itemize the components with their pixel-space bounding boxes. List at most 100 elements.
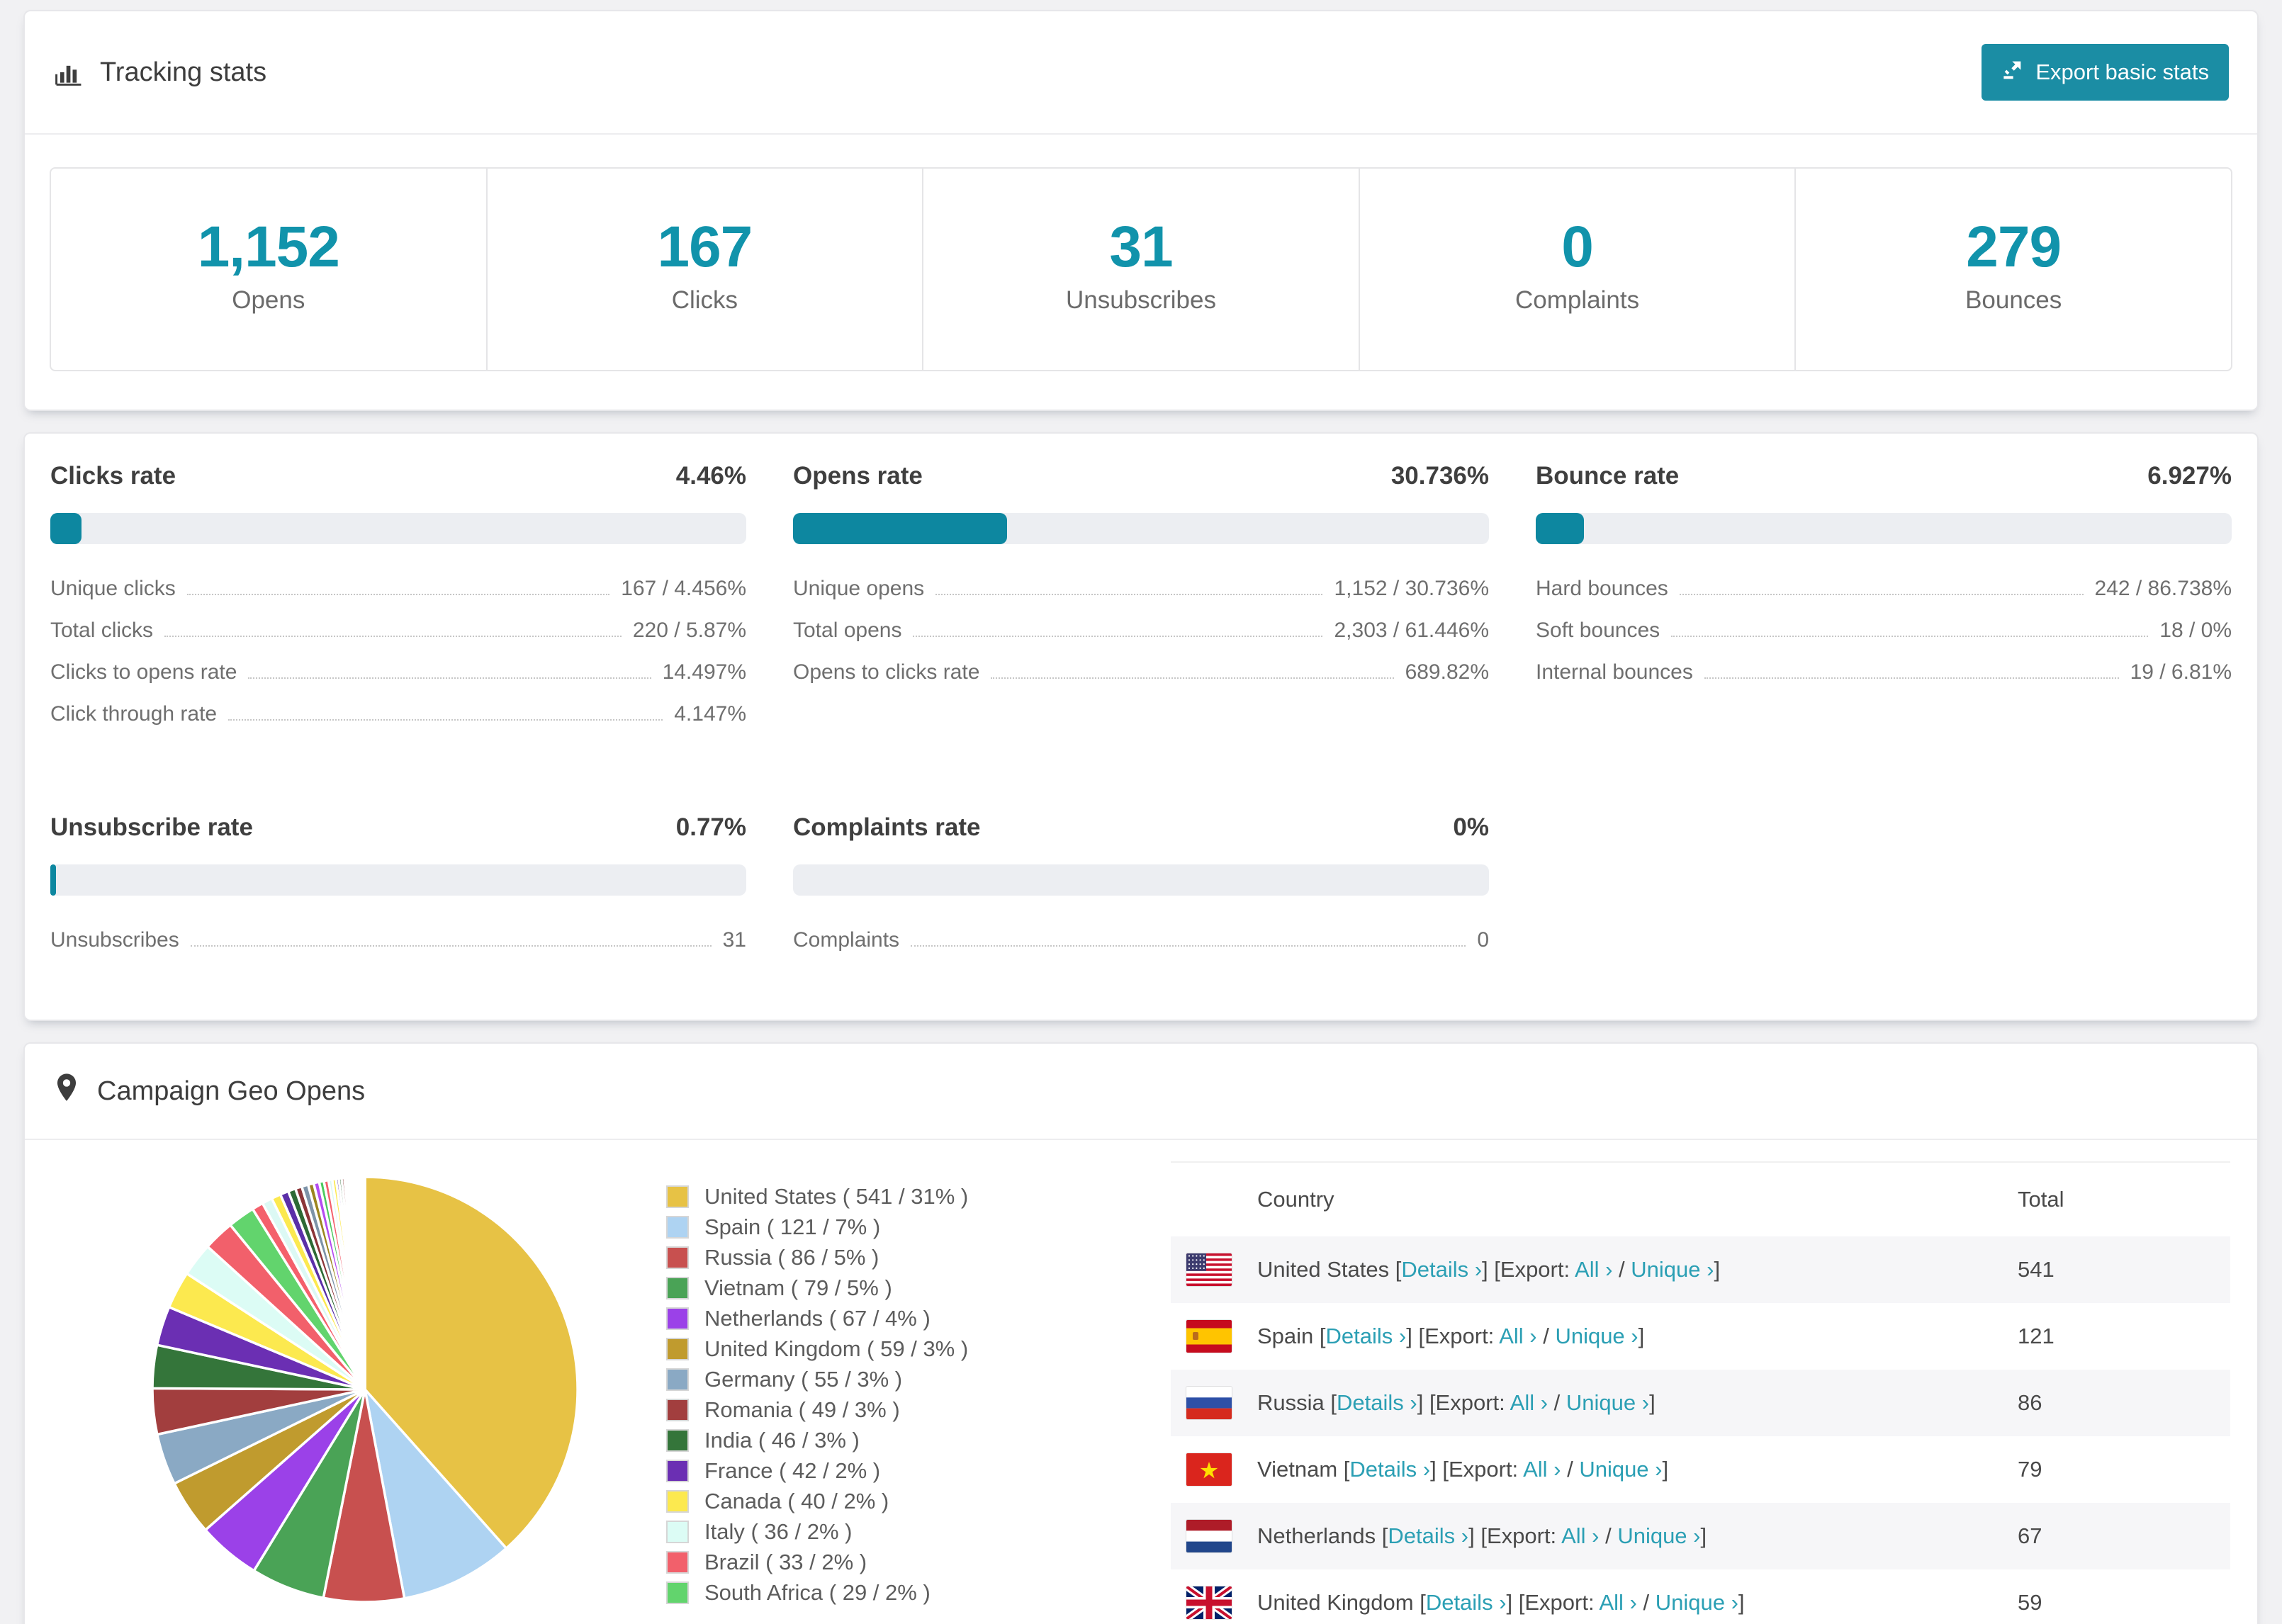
rate-detail-row: Clicks to opens rate 14.497%: [50, 660, 746, 702]
export-unique-link[interactable]: Unique ›: [1617, 1523, 1700, 1548]
stat-value: 279: [1966, 215, 2062, 279]
export-unique-link[interactable]: Unique ›: [1579, 1457, 1662, 1482]
stat-label: Bounces: [1965, 286, 2062, 315]
rate-detail-row: Total clicks 220 / 5.87%: [50, 619, 746, 660]
country-name: Vietnam: [1257, 1457, 1344, 1482]
bracket: ]: [1649, 1390, 1656, 1415]
stat-card-bounces: 279 Bounces: [1796, 169, 2231, 370]
legend-swatch: [666, 1337, 689, 1360]
legend-item-netherlands: Netherlands ( 67 / 4% ): [666, 1303, 968, 1333]
rates-grid: Clicks rate 4.46% Unique clicks 167 / 4.456…: [50, 462, 2232, 970]
rate-value: 30.736%: [1390, 462, 1489, 490]
legend-item-united-kingdom: United Kingdom ( 59 / 3% ): [666, 1333, 968, 1364]
dotted-leader: [1679, 594, 2084, 595]
bracket: ]: [1468, 1523, 1481, 1548]
legend-swatch: [666, 1368, 689, 1391]
details-link[interactable]: Details ›: [1401, 1257, 1482, 1282]
slash: /: [1548, 1390, 1566, 1415]
page-title: Tracking stats: [100, 57, 267, 87]
export-basic-stats-button[interactable]: Export basic stats: [1982, 44, 2229, 101]
export-all-link[interactable]: All ›: [1575, 1257, 1612, 1282]
rate-title: Complaints rate: [793, 813, 981, 841]
detail-value: 0: [1477, 928, 1489, 952]
export-all-link[interactable]: All ›: [1523, 1457, 1561, 1482]
details-link[interactable]: Details ›: [1426, 1590, 1507, 1615]
export-all-link[interactable]: All ›: [1561, 1523, 1599, 1548]
legend-swatch: [666, 1215, 689, 1239]
bracket: ]: [1662, 1457, 1669, 1482]
slash: /: [1561, 1457, 1580, 1482]
dotted-leader: [1704, 677, 2119, 679]
legend-label: United States ( 541 / 31% ): [704, 1183, 969, 1209]
legend-swatch: [666, 1520, 689, 1543]
progress-bar-fill: [50, 864, 56, 896]
export-all-link[interactable]: All ›: [1599, 1590, 1636, 1615]
rate-detail-rows: Unique opens 1,152 / 30.736% Total opens 2,…: [793, 577, 1489, 702]
legend-swatch: [666, 1307, 689, 1330]
export-button-label: Export basic stats: [2035, 60, 2209, 84]
export-prefix: [Export:: [1518, 1590, 1600, 1615]
export-icon: [2001, 58, 2024, 86]
progress-bar-track: [50, 864, 746, 896]
slash: /: [1636, 1590, 1656, 1615]
rate-head: Complaints rate 0%: [793, 813, 1489, 842]
progress-bar-track: [50, 513, 746, 544]
details-link[interactable]: Details ›: [1337, 1390, 1417, 1415]
stats-row: 1,152 Opens 167 Clicks 31 Unsubscribes 0 Compla…: [50, 167, 2232, 372]
legend-label: France ( 42 / 2% ): [704, 1457, 881, 1483]
export-unique-link[interactable]: Unique ›: [1631, 1257, 1714, 1282]
stat-label: Clicks: [671, 286, 738, 315]
geo-opens-pie-chart: [147, 1171, 583, 1608]
rate-panel-clicks-rate: Clicks rate 4.46% Unique clicks 167 / 4.456…: [50, 462, 746, 744]
export-prefix: [Export:: [1429, 1390, 1510, 1415]
legend-label: Russia ( 86 / 5% ): [704, 1244, 879, 1270]
legend-label: Vietnam ( 79 / 5% ): [704, 1275, 892, 1300]
export-all-link[interactable]: All ›: [1499, 1324, 1536, 1348]
legend-label: Spain ( 121 / 7% ): [704, 1214, 881, 1239]
stat-card-opens: 1,152 Opens: [51, 169, 488, 371]
export-unique-link[interactable]: Unique ›: [1566, 1390, 1649, 1415]
detail-value: 242 / 86.738%: [2094, 577, 2232, 600]
export-all-link[interactable]: All ›: [1510, 1390, 1548, 1415]
export-prefix: [Export:: [1442, 1457, 1524, 1482]
rate-panel-unsubscribe-rate: Unsubscribe rate 0.77% Unsubscribes 31: [50, 813, 746, 970]
details-link[interactable]: Details ›: [1388, 1523, 1468, 1548]
detail-value: 14.497%: [662, 660, 746, 684]
rate-detail-row: Unique opens 1,152 / 30.736%: [793, 577, 1489, 619]
rate-detail-rows: Hard bounces 242 / 86.738% Soft bounces 18 …: [1536, 577, 2232, 702]
detail-label: Clicks to opens rate: [50, 660, 237, 684]
total-cell: 121: [2018, 1324, 2055, 1348]
legend-swatch: [666, 1428, 689, 1452]
details-link[interactable]: Details ›: [1326, 1324, 1407, 1348]
detail-value: 220 / 5.87%: [632, 619, 746, 642]
detail-label: Unique clicks: [50, 577, 176, 600]
geo-title: Campaign Geo Opens: [97, 1076, 366, 1106]
details-link[interactable]: Details ›: [1349, 1457, 1430, 1482]
stat-card-unsubscribes: 31 Unsubscribes: [923, 169, 1360, 371]
legend-swatch: [666, 1581, 689, 1604]
legend-swatch: [666, 1459, 689, 1482]
tracking-stats-header: Tracking stats Export basic stats: [25, 11, 2257, 135]
legend-item-vietnam: Vietnam ( 79 / 5% ): [666, 1273, 968, 1303]
tracking-stats-card: Tracking stats Export basic stats 1,152 O…: [23, 10, 2259, 411]
detail-label: Unsubscribes: [50, 928, 179, 952]
legend-label: Canada ( 40 / 2% ): [704, 1488, 889, 1513]
dotted-leader: [935, 594, 1323, 595]
stat-value: 167: [657, 215, 753, 279]
rate-detail-row: Click through rate 4.147%: [50, 702, 746, 744]
bracket: ]: [1714, 1257, 1721, 1282]
detail-value: 31: [722, 928, 746, 952]
legend-item-united-states: United States ( 541 / 31% ): [666, 1181, 968, 1212]
bracket: ]: [1506, 1590, 1519, 1615]
rate-head: Unsubscribe rate 0.77%: [50, 813, 746, 842]
legend-swatch: [666, 1246, 689, 1269]
dotted-leader: [991, 677, 1394, 679]
export-prefix: [Export:: [1418, 1324, 1500, 1348]
country-name: Spain: [1257, 1324, 1320, 1348]
export-unique-link[interactable]: Unique ›: [1555, 1324, 1638, 1348]
rate-title: Clicks rate: [50, 462, 176, 490]
export-unique-link[interactable]: Unique ›: [1656, 1590, 1738, 1615]
progress-bar-fill: [50, 513, 82, 544]
detail-label: Total clicks: [50, 619, 154, 642]
slash: /: [1536, 1324, 1556, 1348]
